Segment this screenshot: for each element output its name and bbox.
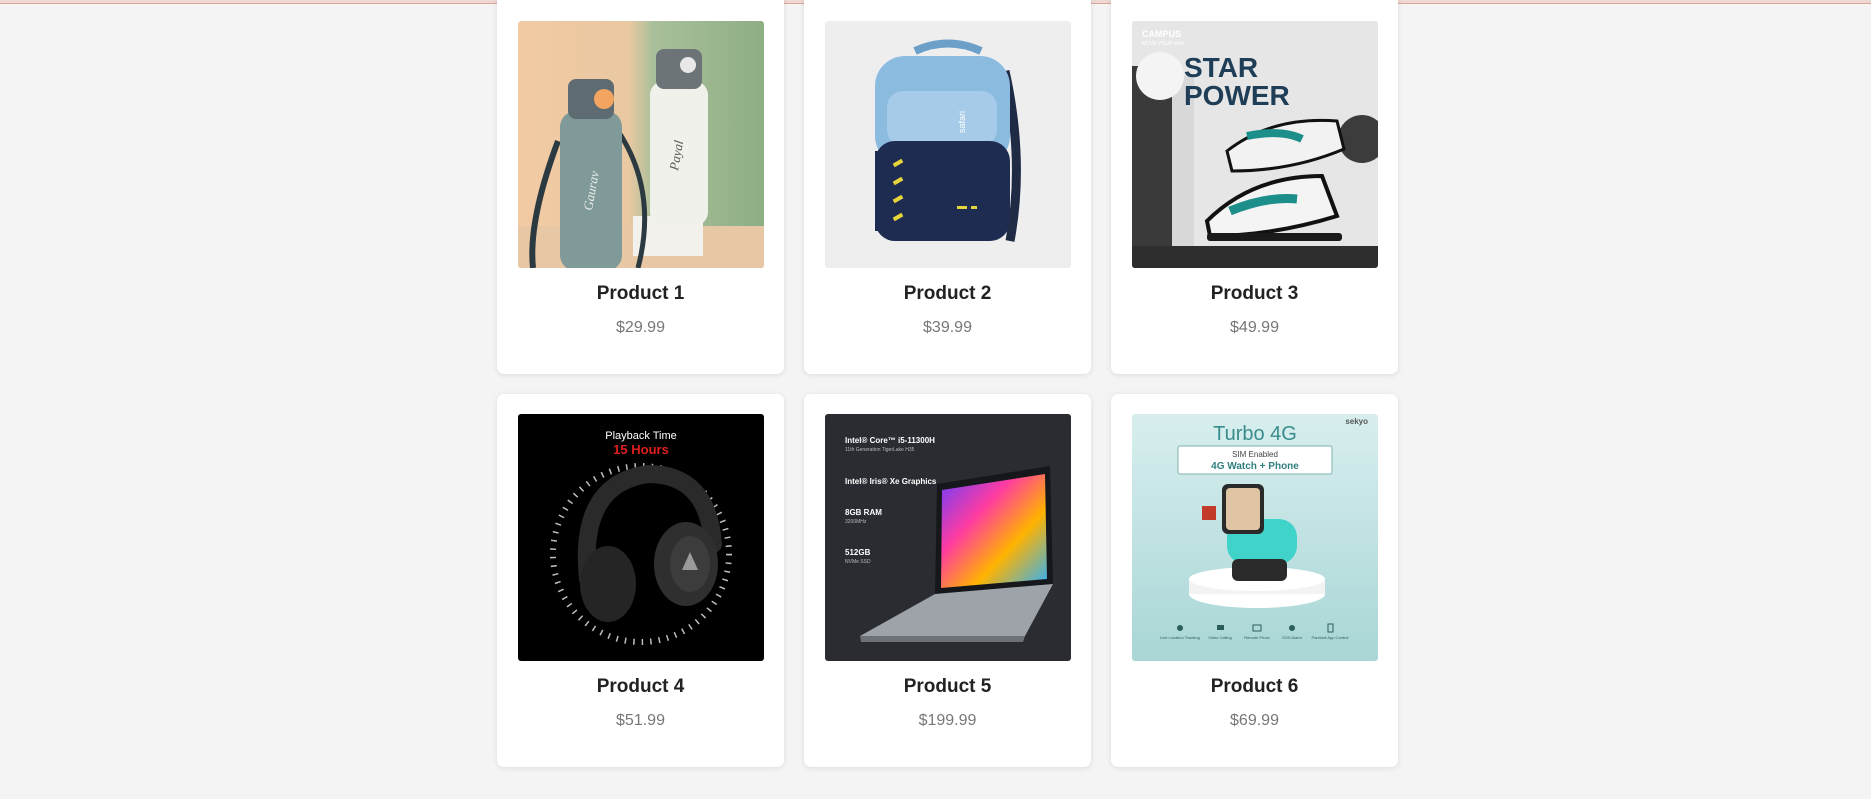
icon-label-location: Live Location Tracking	[1160, 635, 1200, 640]
watch-brand: sekyo	[1345, 417, 1368, 426]
product-name[interactable]: Product 5	[824, 675, 1071, 699]
product-price: $29.99	[616, 319, 665, 336]
product-name[interactable]: Product 1	[517, 282, 764, 306]
icon-label-parental: Parental App Control	[1311, 635, 1348, 640]
headphones-image[interactable]: Playback Time 15 Hours	[517, 414, 764, 661]
product-card-2[interactable]: safari Product 2 $39.99	[804, 0, 1091, 374]
feature-text: 4G Watch + Phone	[1211, 461, 1299, 472]
product-name[interactable]: Product 4	[517, 675, 764, 699]
product-price: $199.99	[918, 712, 977, 729]
sim-text: SIM Enabled	[1232, 450, 1278, 459]
water-bottles-image[interactable]: Gaurav Payal	[517, 21, 764, 268]
gpu-text: Intel® Iris® Xe Graphics	[845, 477, 937, 486]
ssd-text: 512GB	[845, 548, 871, 557]
product-name[interactable]: Product 3	[1131, 282, 1378, 306]
product-price: $69.99	[1230, 712, 1279, 729]
headline-star: STAR	[1184, 52, 1258, 83]
svg-text:safari: safari	[957, 111, 967, 133]
product-card-3[interactable]: CAMPUS MOVE YOUR WAY STAR POWER Product …	[1111, 0, 1398, 374]
hours-text: 15 Hours	[613, 442, 669, 457]
icon-label-sos: SOS Alarm	[1282, 635, 1302, 640]
watch-title: Turbo 4G	[1213, 423, 1297, 445]
product-card-6[interactable]: Turbo 4G sekyo SIM Enabled 4G Watch + Ph…	[1111, 394, 1398, 767]
product-grid: Gaurav Payal Product 1 $29.99 safari Pro…	[497, 0, 1398, 767]
product-card-5[interactable]: Intel® Core™ i5-11300H 11th Generation T…	[804, 394, 1091, 767]
product-price: $49.99	[1230, 319, 1279, 336]
tagline-text: MOVE YOUR WAY	[1142, 41, 1185, 47]
product-price: $39.99	[923, 319, 972, 336]
product-card-1[interactable]: Gaurav Payal Product 1 $29.99	[497, 0, 784, 374]
backpack-image[interactable]: safari	[824, 21, 1071, 268]
headline-power: POWER	[1184, 80, 1290, 111]
sneakers-image[interactable]: CAMPUS MOVE YOUR WAY STAR POWER	[1131, 21, 1378, 268]
cpu-text: Intel® Core™ i5-11300H	[845, 436, 935, 445]
product-card-4[interactable]: Playback Time 15 Hours Product 4 $51.99	[497, 394, 784, 767]
icon-label-video: Video Calling	[1208, 635, 1232, 640]
smartwatch-image[interactable]: Turbo 4G sekyo SIM Enabled 4G Watch + Ph…	[1131, 414, 1378, 661]
product-name[interactable]: Product 6	[1131, 675, 1378, 699]
product-name[interactable]: Product 2	[824, 282, 1071, 306]
product-price: $51.99	[616, 712, 665, 729]
cpu-sub-text: 11th Generation TigerLake H35	[845, 447, 915, 453]
icon-label-photo: Remote Photo	[1244, 635, 1270, 640]
ram-text: 8GB RAM	[845, 508, 882, 517]
brand-text: CAMPUS	[1142, 29, 1181, 39]
ssd-sub-text: NVMe SSD	[845, 559, 871, 565]
ram-sub-text: 3200MHz	[845, 519, 867, 525]
playback-text: Playback Time	[605, 430, 677, 442]
laptop-image[interactable]: Intel® Core™ i5-11300H 11th Generation T…	[824, 414, 1071, 661]
